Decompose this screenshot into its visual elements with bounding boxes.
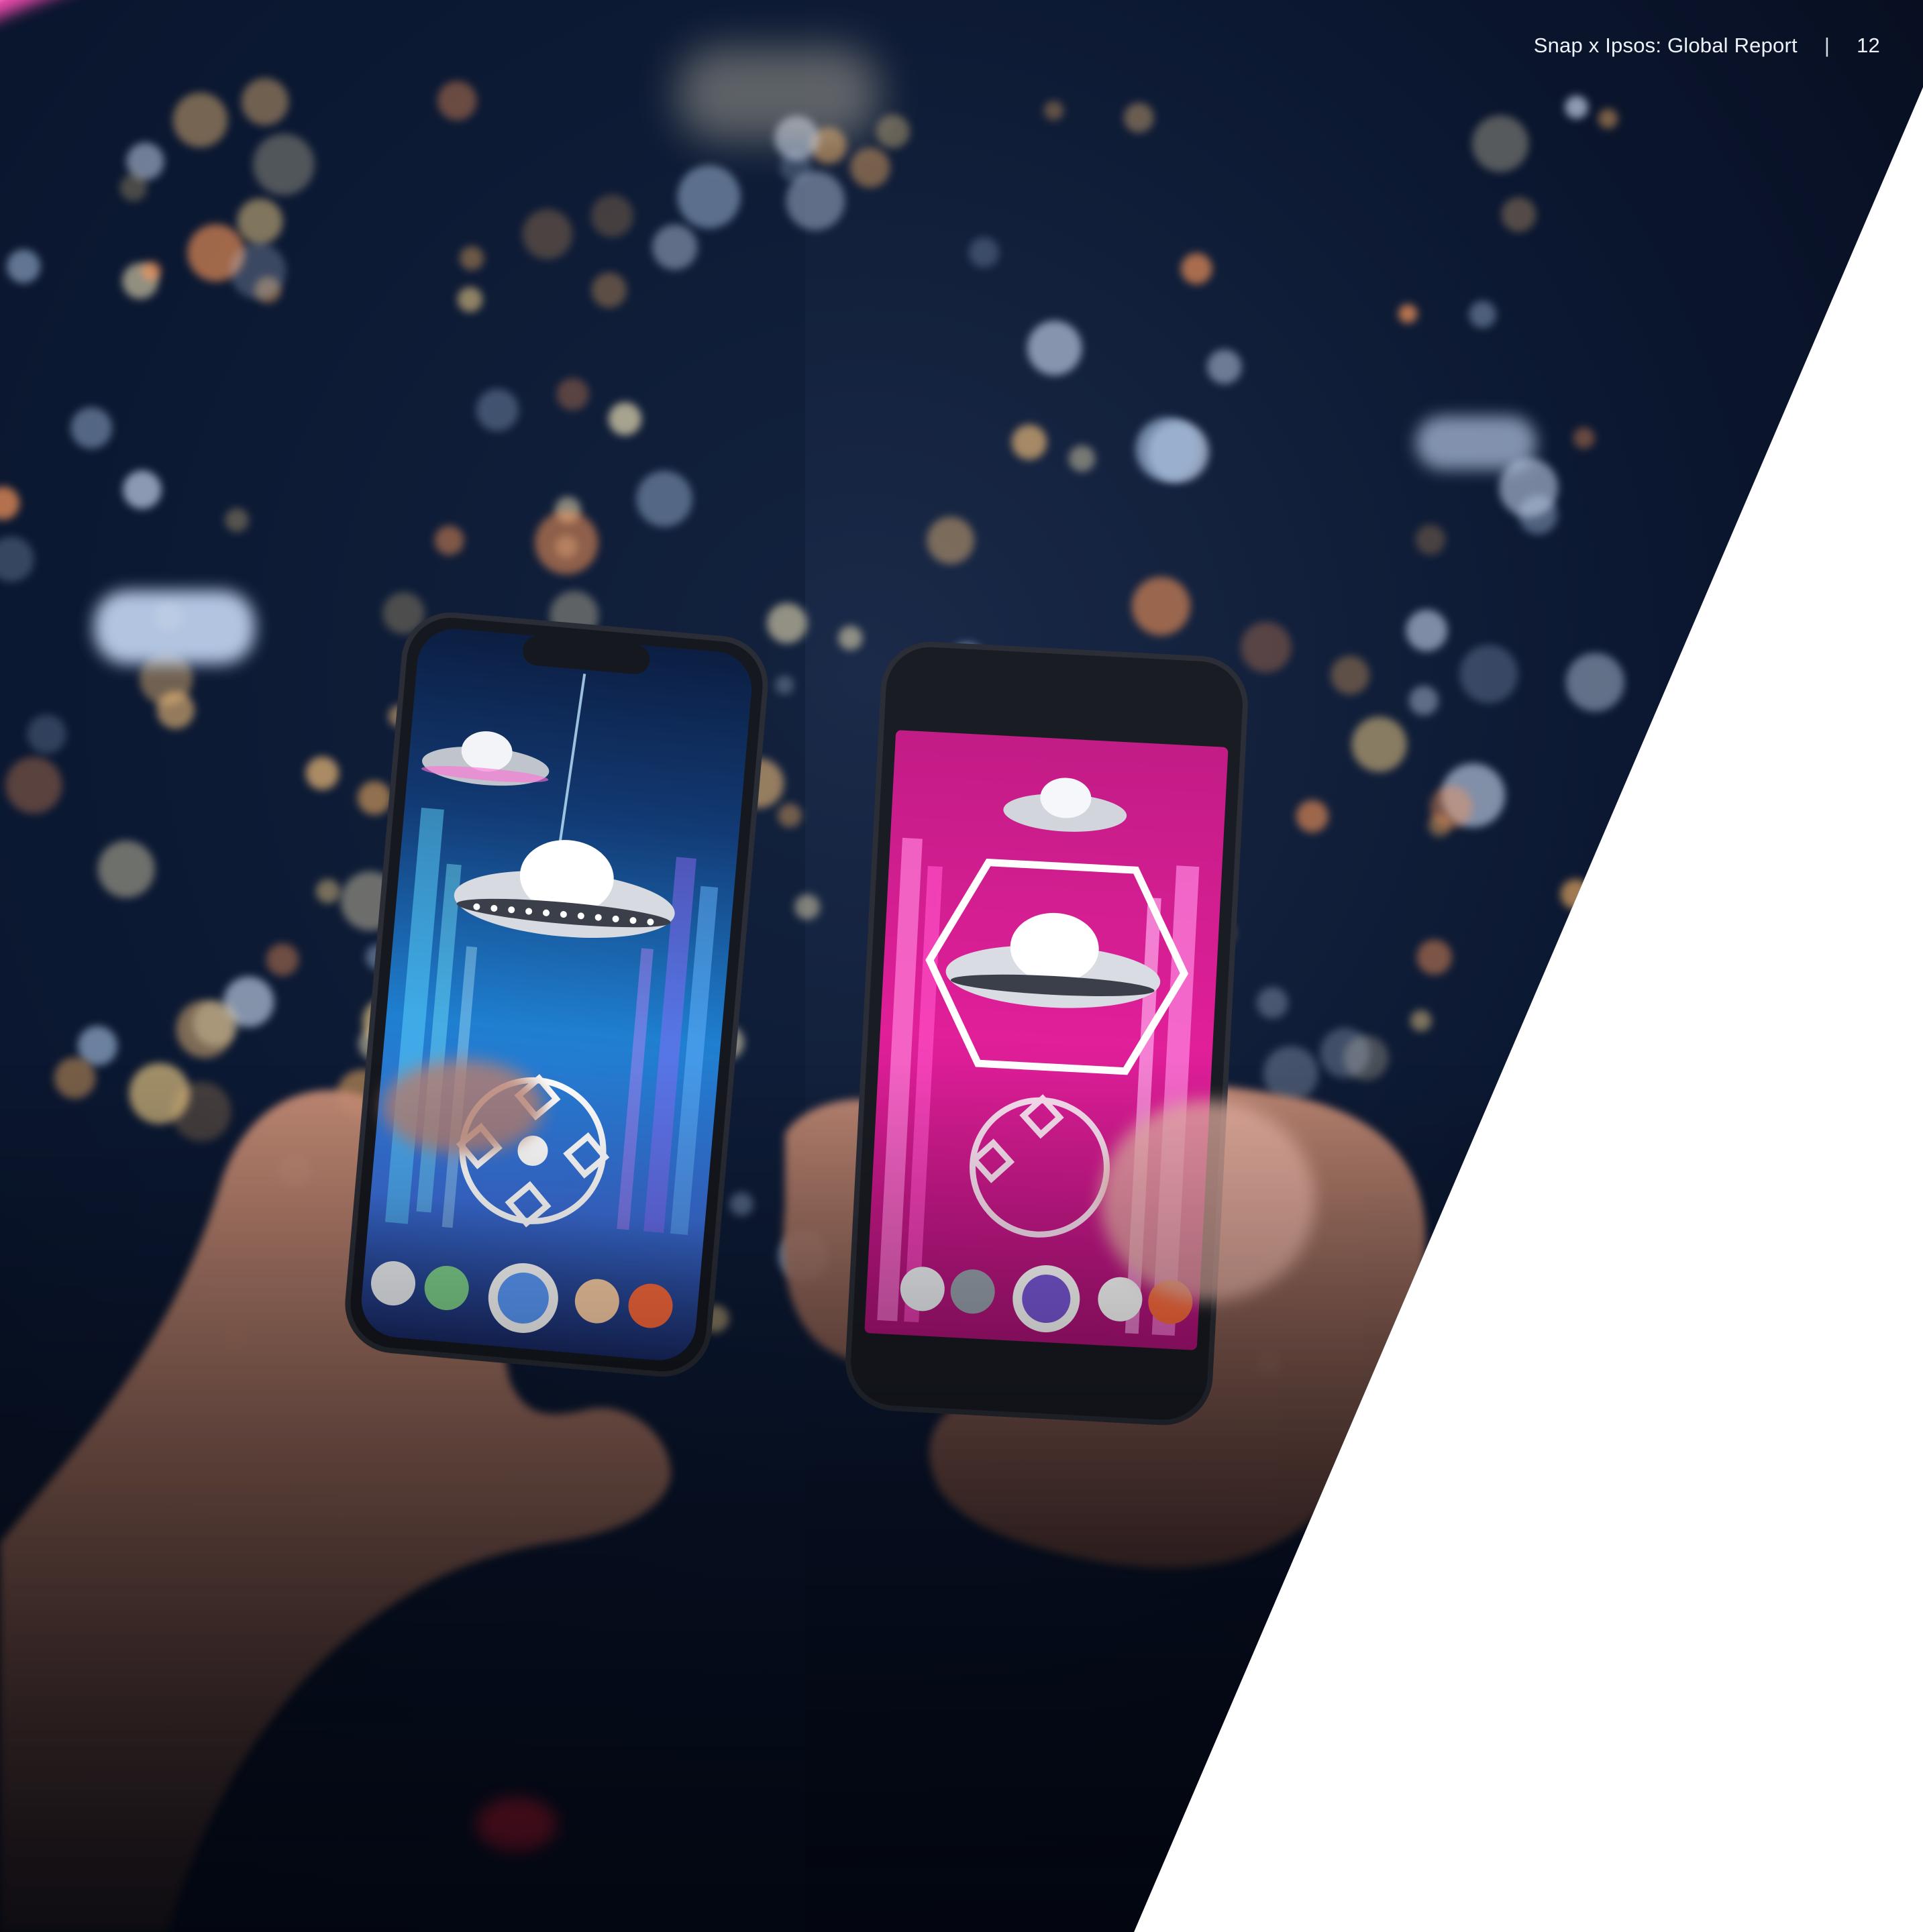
page-header: Snap x Ipsos: Global Report | 12 [1534, 34, 1880, 58]
report-title: Snap x Ipsos: Global Report [1533, 34, 1798, 57]
hero-photo [0, 0, 1923, 1932]
bokeh-light [1504, 1105, 1543, 1142]
bokeh-light [1524, 1087, 1586, 1150]
header-separator: | [1824, 34, 1830, 57]
report-page: Snap x Ipsos: Global Report | 12 [0, 0, 1923, 1932]
bokeh-light [1582, 927, 1608, 954]
bokeh-light [1530, 1252, 1589, 1311]
page-number: 12 [1857, 34, 1880, 57]
